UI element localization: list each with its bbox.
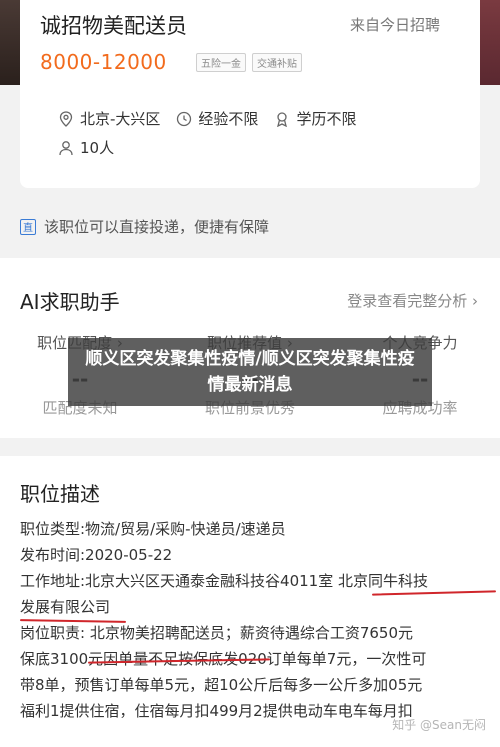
job-description-section: 职位描述 职位类型:物流/贸易/采购-快递员/速递员 发布时间:2020-05-…	[0, 456, 500, 747]
description-line: 职位类型:物流/贸易/采购-快递员/速递员	[20, 520, 286, 538]
education-text: 学历不限	[296, 110, 357, 128]
overlay-headline-text: 顺义区突发聚集性疫情/顺义区突发聚集性疫情最新消息	[85, 349, 415, 395]
description-title: 职位描述	[20, 482, 100, 506]
description-line: 发展有限公司	[20, 598, 111, 616]
person-icon	[58, 140, 74, 156]
education-icon	[274, 111, 290, 127]
description-line: 岗位职责: 北京物美招聘配送员；薪资待遇综合工资7650元	[20, 624, 413, 642]
location-text: 北京-大兴区	[80, 110, 161, 128]
experience-text: 经验不限	[198, 110, 259, 128]
headcount-row: 10人	[58, 137, 130, 158]
job-requirements-row: 北京-大兴区 经验不限 学历不限	[58, 108, 372, 129]
description-line: 带8单，预售订单每单5元，超10公斤后每多一公斤多加05元	[20, 676, 423, 694]
background-photo-right	[478, 0, 500, 85]
benefit-tags: 五险一金 交通补贴	[196, 53, 302, 72]
description-line: 发布时间:2020-05-22	[20, 546, 173, 564]
login-full-analysis-link[interactable]: 登录查看完整分析 ›	[347, 290, 478, 311]
notice-text: 该职位可以直接投递，便捷有保障	[44, 218, 270, 236]
ai-section-title: AI求职助手	[20, 290, 120, 314]
description-line: 工作地址:北京大兴区天通泰金融科技谷4011室 北京同牛科技	[20, 572, 428, 590]
background-photo-left	[0, 0, 22, 85]
benefit-tag: 五险一金	[196, 53, 246, 72]
headline-overlay-banner: 顺义区突发聚集性疫情/顺义区突发聚集性疫情最新消息	[68, 338, 432, 406]
watermark: 知乎 @Sean无闷	[392, 718, 486, 732]
direct-apply-notice: 直 该职位可以直接投递，便捷有保障	[20, 216, 269, 237]
direct-apply-badge-icon: 直	[20, 218, 36, 235]
clock-icon	[176, 111, 192, 127]
location-pin-icon	[58, 110, 74, 127]
benefit-tag: 交通补贴	[252, 53, 302, 72]
job-title: 诚招物美配送员	[40, 14, 187, 38]
salary: 8000-12000	[40, 50, 167, 74]
post-time: 来自今日招聘	[349, 16, 440, 34]
headcount-text: 10人	[80, 139, 115, 157]
